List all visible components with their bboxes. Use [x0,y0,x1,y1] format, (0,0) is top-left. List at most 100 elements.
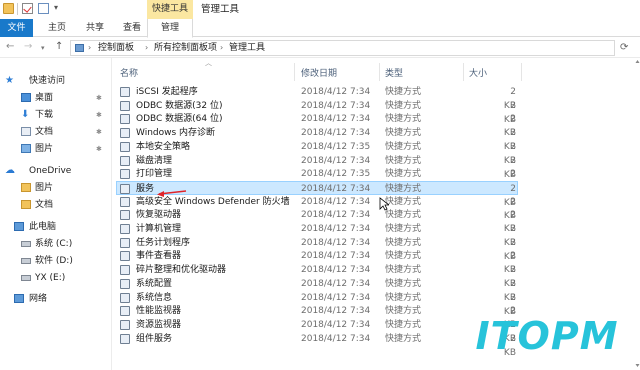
properties-icon[interactable] [22,3,33,14]
address-bar[interactable]: › 控制面板 › 所有控制面板项 › 管理工具 [70,40,615,56]
breadcrumb-separator[interactable]: › [220,42,223,54]
shortcut-icon [120,306,130,317]
file-type: 快捷方式 [385,100,422,111]
breadcrumb-separator[interactable]: › [145,42,148,54]
drive-icon [21,241,31,247]
sidebar-item-this-pc[interactable]: 此电脑 [0,219,110,235]
file-name: 事件查看器 [136,251,182,262]
file-type: 快捷方式 [385,224,422,234]
file-date: 2018/4/12 7:35 [301,141,371,152]
table-row[interactable]: iSCSI 发起程序 2018/4/12 7:34 快捷方式 2 KB [117,85,517,111]
annotation-arrow [157,190,187,197]
column-header-name[interactable]: 名称 [120,66,138,79]
vertical-scrollbar[interactable] [635,58,640,370]
sidebar-item-drive-d[interactable]: 软件 (D:) [0,253,110,269]
sidebar-item-label: 图片 [35,183,54,193]
column-divider[interactable] [294,63,295,81]
breadcrumb-all-items[interactable]: 所有控制面板项 [154,42,217,54]
shortcut-icon [120,210,130,221]
table-row[interactable]: 碎片整理和优化驱动器 2018/4/12 7:34 快捷方式 2 KB [117,263,517,289]
folder-icon [21,200,31,209]
breadcrumb-control-panel[interactable]: 控制面板 [98,42,134,54]
sidebar-item-drive-e[interactable]: YX (E:) [0,270,110,286]
sidebar-item-quick-access[interactable]: ★ 快速访问 [0,73,110,89]
pin-icon[interactable]: ✱ [96,124,102,140]
sidebar-item-onedrive-pictures[interactable]: 图片 [0,180,110,196]
file-date: 2018/4/12 7:34 [301,265,371,276]
file-name: 打印管理 [136,169,173,180]
file-name: iSCSI 发起程序 [136,87,198,97]
shortcut-icon [120,237,130,248]
column-divider[interactable] [379,63,380,81]
tab-manage[interactable]: 管理 [147,19,193,38]
file-name: 计算机管理 [136,224,182,234]
file-type: 快捷方式 [385,114,422,125]
folder-icon[interactable] [3,3,14,14]
new-folder-icon[interactable] [38,3,49,14]
sidebar-item-label: 下载 [35,110,54,120]
pin-icon[interactable]: ✱ [96,107,102,123]
desktop-icon [21,93,31,102]
tab-view[interactable]: 查看 [117,19,147,37]
table-row[interactable]: 性能监视器 2018/4/12 7:34 快捷方式 2 KB [117,304,517,330]
file-name: 性能监视器 [136,306,182,317]
file-name: 磁盘清理 [136,155,173,166]
shortcut-icon [120,128,130,139]
table-row[interactable]: 系统信息 2018/4/12 7:34 快捷方式 2 KB [117,291,517,317]
sidebar-item-documents[interactable]: 文档 ✱ [0,124,110,140]
sidebar-item-onedrive-documents[interactable]: 文档 [0,197,110,213]
window-title: 管理工具 [201,4,240,15]
sidebar-item-label: 快速访问 [29,76,66,86]
file-date: 2018/4/12 7:34 [301,251,371,262]
column-divider[interactable] [521,63,522,81]
column-header-size[interactable]: 大小 [469,66,487,79]
pin-icon[interactable]: ✱ [96,90,102,106]
up-arrow-icon[interactable]: ↑ [55,41,63,52]
sidebar-item-drive-c[interactable]: 系统 (C:) [0,236,110,252]
back-arrow-icon[interactable]: ← [6,41,14,52]
breadcrumb-admin-tools[interactable]: 管理工具 [229,42,265,54]
table-row[interactable]: 资源监视器 2018/4/12 7:34 快捷方式 2 KB [117,318,517,344]
pin-icon[interactable]: ✱ [96,141,102,157]
file-name: 碎片整理和优化驱动器 [136,265,227,276]
watermark-logo: ITOPM [462,309,632,363]
table-row[interactable]: 系统配置 2018/4/12 7:34 快捷方式 2 KB [117,277,517,303]
tab-share[interactable]: 共享 [80,19,110,37]
column-divider[interactable] [463,63,464,81]
table-row[interactable]: ODBC 数据源(64 位) 2018/4/12 7:34 快捷方式 2 KB [117,112,517,138]
table-row[interactable]: ODBC 数据源(32 位) 2018/4/12 7:34 快捷方式 2 KB [117,99,517,125]
sidebar-item-label: 此电脑 [29,222,57,232]
drive-icon [21,258,31,264]
table-row[interactable]: 事件查看器 2018/4/12 7:34 快捷方式 2 KB [117,249,517,275]
shortcut-icon [120,169,130,180]
table-row[interactable]: Windows 内存诊断 2018/4/12 7:34 快捷方式 2 KB [117,126,517,152]
customize-toolbar-icon[interactable]: ▾ [54,3,58,12]
column-header-type[interactable]: 类型 [385,66,403,79]
sidebar-item-desktop[interactable]: 桌面 ✱ [0,90,110,106]
sidebar-item-onedrive[interactable]: ☁ OneDrive [0,163,110,179]
table-row[interactable]: 计算机管理 2018/4/12 7:34 快捷方式 2 KB [117,222,517,248]
sidebar-item-label: 文档 [35,127,54,137]
breadcrumb-separator[interactable]: › [88,42,91,54]
table-row[interactable]: 恢复驱动器 2018/4/12 7:34 快捷方式 2 KB [117,208,517,234]
file-type: 快捷方式 [385,87,422,97]
recent-locations-icon[interactable]: ▾ [41,44,45,52]
table-row[interactable]: 磁盘清理 2018/4/12 7:34 快捷方式 2 KB [117,154,517,180]
sidebar-item-network[interactable]: 网络 [0,291,110,307]
forward-arrow-icon[interactable]: → [24,41,32,52]
tab-file[interactable]: 文件 [0,19,33,37]
sidebar-item-downloads[interactable]: ⬇ 下载 ✱ [0,107,110,123]
shortcut-icon [120,251,130,262]
table-row[interactable]: 打印管理2018/4/12 7:35快捷方式2 KB [117,167,517,193]
tab-home[interactable]: 主页 [42,19,72,37]
refresh-icon[interactable]: ⟳ [620,42,628,53]
table-row[interactable]: 组件服务 2018/4/12 7:34 快捷方式 2 KB [117,332,517,358]
navigation-pane: ★ 快速访问 桌面 ✱ ⬇ 下载 ✱ 文档 ✱ 图片 ✱ ☁ OneDrive … [0,58,112,370]
table-row[interactable]: 本地安全策略 2018/4/12 7:35 快捷方式 2 KB [117,140,517,166]
column-header-date[interactable]: 修改日期 [301,66,337,79]
cloud-icon: ☁ [5,165,15,176]
sidebar-item-pictures[interactable]: 图片 ✱ [0,141,110,157]
shortcut-icon [120,292,130,303]
table-row[interactable]: 任务计划程序 2018/4/12 7:34 快捷方式 2 KB [117,236,517,262]
file-type: 快捷方式 [385,141,422,152]
